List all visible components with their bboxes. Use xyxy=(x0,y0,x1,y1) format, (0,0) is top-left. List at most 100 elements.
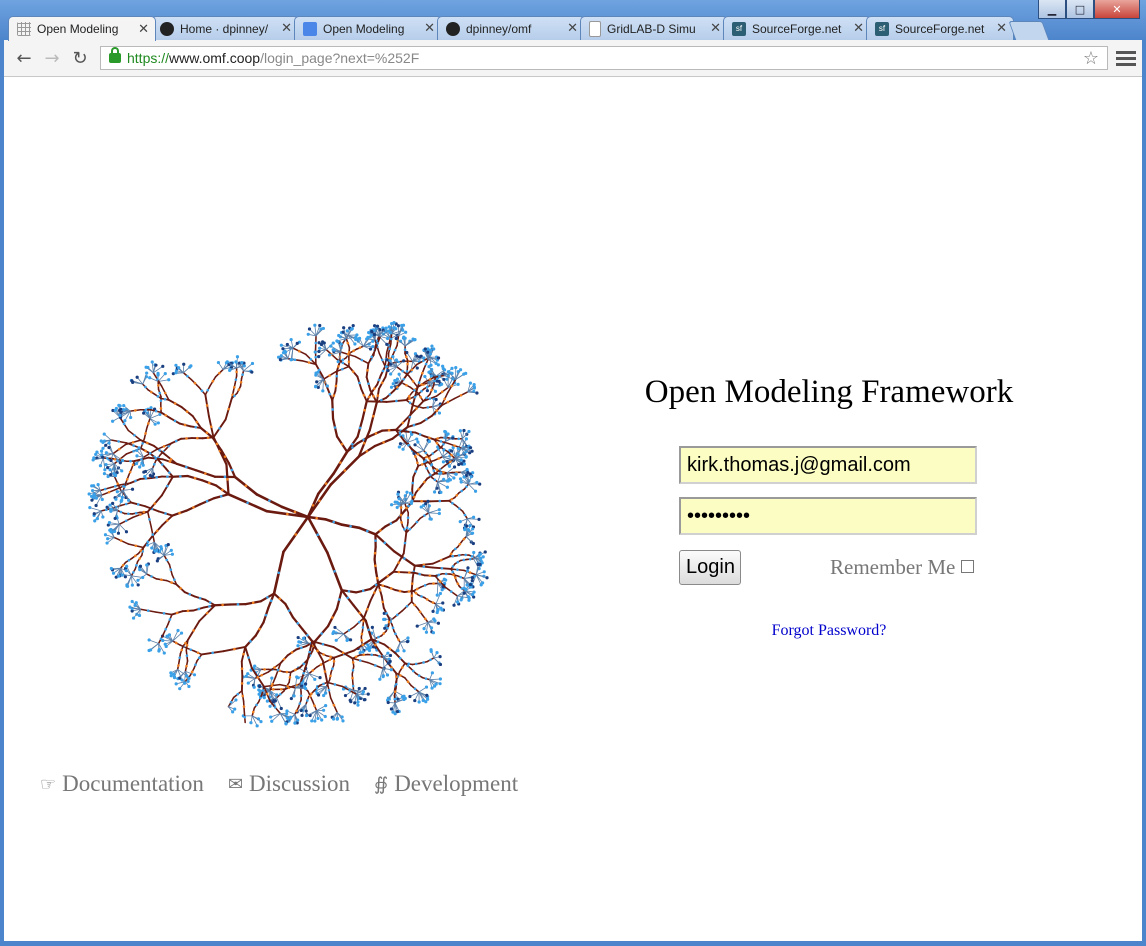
tab-open-modeling[interactable]: Open Modeling ✕ xyxy=(8,16,156,41)
back-arrow-icon[interactable]: ← xyxy=(12,47,36,69)
network-node xyxy=(128,605,132,609)
network-node xyxy=(437,411,442,415)
network-node xyxy=(265,699,269,703)
network-node xyxy=(124,519,128,523)
network-node xyxy=(157,648,161,652)
network-node xyxy=(185,654,189,658)
network-node xyxy=(401,447,405,451)
maximize-button[interactable]: □ xyxy=(1066,0,1094,19)
network-node xyxy=(185,664,188,668)
close-icon[interactable]: ✕ xyxy=(853,21,864,36)
network-node xyxy=(462,462,467,466)
network-node xyxy=(401,323,406,327)
network-node xyxy=(416,440,420,444)
network-node xyxy=(405,640,410,644)
documentation-link[interactable]: ☞ Documentation xyxy=(40,771,204,797)
network-node xyxy=(424,677,428,680)
network-node xyxy=(439,606,443,610)
network-node xyxy=(363,408,366,412)
email-field[interactable] xyxy=(679,446,977,484)
tab-sourceforge-2[interactable]: sf SourceForge.net ✕ xyxy=(866,16,1014,40)
new-tab-button[interactable] xyxy=(1008,21,1050,41)
network-node xyxy=(283,350,288,354)
network-node xyxy=(386,700,390,705)
tab-sourceforge-1[interactable]: sf SourceForge.net ✕ xyxy=(723,16,871,40)
network-node xyxy=(197,607,201,611)
network-node xyxy=(134,544,138,548)
network-node xyxy=(403,541,407,545)
forward-arrow-icon[interactable]: → xyxy=(40,47,64,69)
login-button[interactable]: Login xyxy=(679,550,741,585)
tab-gridlabd[interactable]: GridLAB-D Simu ✕ xyxy=(580,16,728,40)
network-node xyxy=(321,389,325,393)
close-icon[interactable]: ✕ xyxy=(138,22,149,37)
network-node xyxy=(451,570,454,574)
network-node xyxy=(145,543,150,547)
network-node xyxy=(441,367,445,371)
menu-icon[interactable] xyxy=(1116,48,1136,68)
network-node xyxy=(381,369,385,373)
network-node xyxy=(356,700,360,704)
close-icon[interactable]: ✕ xyxy=(710,21,721,36)
network-node xyxy=(225,360,229,364)
network-node xyxy=(433,478,437,482)
network-node xyxy=(232,385,236,389)
network-node xyxy=(141,575,145,580)
network-node xyxy=(351,324,355,328)
network-node xyxy=(467,596,471,600)
close-icon[interactable]: ✕ xyxy=(567,21,578,36)
network-node xyxy=(466,528,470,532)
network-node xyxy=(333,426,337,429)
network-node xyxy=(463,513,467,517)
network-node xyxy=(470,555,474,558)
network-node xyxy=(397,561,400,564)
network-node xyxy=(247,656,250,659)
network-node xyxy=(268,704,272,708)
discussion-link[interactable]: ✉ Discussion xyxy=(228,771,350,797)
remember-me-checkbox[interactable] xyxy=(961,560,974,573)
network-node xyxy=(208,601,212,604)
network-node xyxy=(124,530,129,534)
network-node xyxy=(416,452,420,456)
network-node xyxy=(260,673,263,677)
network-node xyxy=(286,684,289,688)
network-node xyxy=(429,363,433,367)
network-node xyxy=(169,671,173,675)
network-node xyxy=(167,633,172,637)
network-node xyxy=(177,366,181,370)
network-node xyxy=(424,502,428,506)
tab-github-omf[interactable]: dpinney/omf ✕ xyxy=(437,16,585,40)
close-icon[interactable]: ✕ xyxy=(996,21,1007,36)
tab-open-modeling-doc[interactable]: Open Modeling ✕ xyxy=(294,16,442,40)
network-node xyxy=(375,324,380,328)
network-node xyxy=(293,721,297,725)
network-node xyxy=(368,646,372,650)
close-icon[interactable]: ✕ xyxy=(281,21,292,36)
bookmark-star-icon[interactable]: ☆ xyxy=(1083,48,1099,69)
network-node xyxy=(444,430,448,434)
network-node xyxy=(109,530,113,534)
network-node xyxy=(413,603,416,607)
network-node xyxy=(471,541,475,546)
password-field[interactable] xyxy=(679,497,977,535)
network-node xyxy=(437,511,441,516)
close-window-button[interactable]: ✕ xyxy=(1094,0,1140,19)
tab-github-home[interactable]: Home · dpinney/ ✕ xyxy=(151,16,299,40)
network-node xyxy=(389,707,394,711)
forgot-password-link[interactable]: Forgot Password? xyxy=(624,622,1034,640)
network-node xyxy=(415,520,419,524)
network-node xyxy=(410,499,414,503)
reload-icon[interactable]: ↻ xyxy=(68,47,92,69)
address-bar[interactable]: https:// www.omf.coop /login_page?next=%… xyxy=(100,46,1108,70)
network-node xyxy=(240,682,244,685)
network-node xyxy=(105,456,109,460)
network-node xyxy=(241,694,245,698)
network-node xyxy=(351,442,354,446)
network-node xyxy=(435,651,439,655)
network-node xyxy=(246,672,250,676)
development-link[interactable]: ∯ Development xyxy=(374,771,518,797)
close-icon[interactable]: ✕ xyxy=(424,21,435,36)
network-node xyxy=(341,651,345,655)
network-node xyxy=(118,461,122,465)
network-node xyxy=(147,638,151,642)
